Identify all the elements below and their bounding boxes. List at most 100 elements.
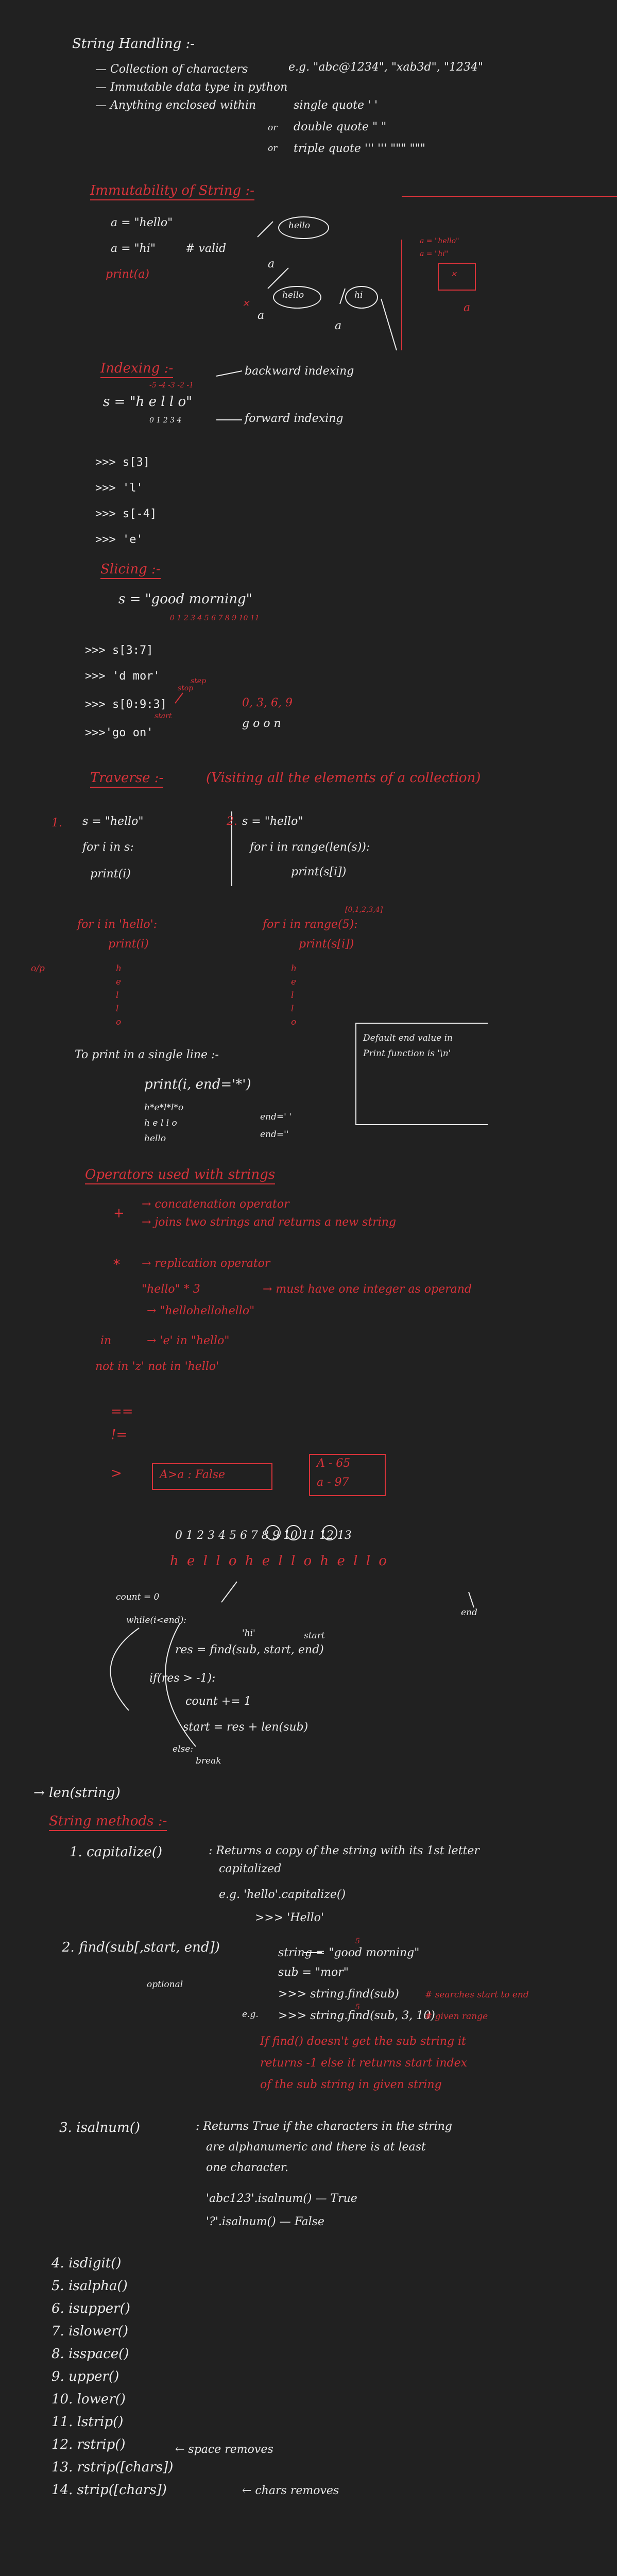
method-rstrip-note: ← chars removes — [242, 2484, 339, 2497]
op-star: * — [113, 1257, 120, 1273]
method-1-desc-4: >>> 'Hello' — [255, 1911, 324, 1924]
method-3: 3. isalnum() — [59, 2120, 140, 2136]
find-demo-line-3: res = find(sub, start, end) — [175, 1643, 324, 1656]
find-demo-circle-3 — [322, 1525, 337, 1540]
intro-line-3: — Anything enclosed within — [95, 99, 256, 112]
indexing-negative: -5 -4 -3 -2 -1 — [149, 381, 194, 389]
traverse-right-3: print(s[i]) — [291, 866, 347, 878]
op-cmp-1: A>a : False — [160, 1468, 226, 1481]
methods-title: String methods :- — [49, 1814, 167, 1831]
memory-cross: ✕ — [242, 299, 250, 309]
traverse-op-label: o/p — [31, 963, 45, 974]
op-star-2: "hello" * 3 — [142, 1283, 200, 1296]
op-plus-2: → joins two strings and returns a new st… — [142, 1216, 397, 1229]
immut-box-top — [402, 196, 617, 197]
immut-box-label: a — [464, 301, 471, 314]
find-demo-line-2: while(i<end): — [126, 1615, 186, 1625]
method-list-item: 14. strip([chars]) — [52, 2482, 167, 2498]
single-line-out-3: hello — [144, 1133, 166, 1144]
method-1-desc-3: e.g. 'hello'.capitalize() — [219, 1888, 346, 1901]
output-char: o — [291, 1017, 297, 1027]
memory-bubble-hi-text: hi — [354, 290, 363, 300]
immut-line-1: a = "hello" — [111, 216, 173, 229]
intro-double-quote: double quote " " — [294, 121, 387, 133]
traverse-red-right-2: print(s[i]) — [299, 938, 354, 951]
immut-box-cell-mark: ✕ — [451, 270, 457, 279]
indexing-ex-4: >>> 'e' — [95, 533, 143, 546]
memory-label-a-3: a — [335, 319, 342, 332]
find-demo-end: end — [461, 1607, 477, 1618]
method-2-desc-1: string = "good morning" — [278, 1946, 420, 1959]
slicing-note-start: start — [155, 712, 172, 720]
op-ne: != — [111, 1427, 128, 1443]
indexing-string: s = "h e l l o" — [103, 394, 193, 410]
find-demo-string: h e l l o h e l l o h e l l o — [170, 1553, 389, 1569]
method-list-item: 11. lstrip() — [52, 2414, 124, 2430]
single-line-code: print(i, end='*') — [144, 1077, 251, 1092]
intro-example: e.g. "abc@1234", "xab3d", "1234" — [288, 61, 483, 74]
indexing-backward: backward indexing — [245, 365, 354, 378]
memory-label-a-2: a — [258, 309, 265, 322]
immut-box-cell — [438, 263, 476, 291]
find-demo-line-7: else: — [173, 1744, 194, 1754]
method-lstrip-note: ← space removes — [175, 2443, 273, 2456]
single-line-end-1: end=' ' — [260, 1112, 292, 1122]
method-list-item: 13. rstrip([chars]) — [52, 2460, 174, 2475]
intro-line-1: — Collection of characters — [95, 63, 248, 76]
single-line-note-2: Print function is '\n' — [363, 1048, 451, 1059]
slicing-ex-4: >>>'go on' — [85, 726, 153, 739]
single-line-end-2: end='' — [260, 1129, 289, 1140]
op-in-example: → 'e' in "hello" — [147, 1334, 230, 1347]
immut-print: print(a) — [106, 268, 149, 281]
traverse-num-2: 2. — [227, 815, 237, 828]
op-in: in — [100, 1334, 112, 1347]
op-cmp-2: A - 65 — [317, 1457, 351, 1470]
find-demo-line-5: count += 1 — [185, 1695, 251, 1708]
method-3-desc-4: 'abc123'.isalnum() — True — [206, 2192, 357, 2205]
find-demo-circle-1 — [265, 1525, 281, 1540]
traverse-num-1: 1. — [52, 817, 62, 829]
immutability-title: Immutability of String :- — [90, 183, 255, 200]
method-1: 1. capitalize() — [70, 1844, 163, 1860]
slicing-result-idx: 0, 3, 6, 9 — [242, 697, 293, 709]
slicing-ex-1: >>> s[3:7] — [85, 644, 153, 657]
op-plus-1: → concatenation operator — [142, 1198, 289, 1211]
output-char: h — [291, 963, 297, 974]
find-demo-line-8: break — [196, 1756, 221, 1766]
operators-title-text: Operators used with strings — [85, 1167, 276, 1184]
traverse-left-1: s = "hello" — [82, 815, 144, 828]
traverse-title-text: Traverse :- — [90, 770, 164, 788]
intro-or-2: or — [268, 143, 278, 154]
op-star-3: → must have one integer as operand — [263, 1283, 472, 1296]
method-len: → len(string) — [33, 1785, 121, 1801]
slicing-title-text: Slicing :- — [100, 562, 161, 579]
indexing-title: Indexing :- — [100, 361, 174, 378]
indexing-title-text: Indexing :- — [100, 361, 174, 378]
method-1-desc-2: capitalized — [219, 1862, 282, 1875]
method-2-note-5a: 5 — [355, 1937, 360, 1945]
indexing-ex-1: >>> s[3] — [95, 456, 150, 469]
method-list-item: 5. isalpha() — [52, 2278, 128, 2294]
method-1-desc-1: : Returns a copy of the string with its … — [209, 1844, 479, 1857]
op-plus: + — [113, 1206, 125, 1221]
slicing-result-chars: g o o n — [242, 717, 281, 730]
find-demo-circle-2 — [286, 1525, 301, 1540]
traverse-left-2: for i in s: — [82, 841, 134, 854]
slicing-ex-2: >>> 'd mor' — [85, 670, 160, 683]
intro-single-quote: single quote ' ' — [294, 99, 378, 112]
method-2-optional: optional — [147, 1979, 183, 1990]
operators-title: Operators used with strings — [85, 1167, 276, 1184]
find-demo-sub: 'hi' — [242, 1628, 255, 1638]
slicing-ex-3: >>> s[0:9:3] — [85, 698, 167, 711]
slicing-string: s = "good morning" — [118, 591, 252, 607]
intro-line-2: — Immutable data type in python — [95, 81, 288, 94]
traverse-red-left-1: for i in 'hello': — [77, 918, 158, 931]
traverse-left-3: print(i) — [90, 868, 131, 880]
op-gt: > — [111, 1466, 122, 1481]
slicing-indices: 0 1 2 3 4 5 6 7 8 9 10 11 — [170, 614, 260, 622]
intro-or-1: or — [268, 123, 278, 133]
method-2-note-eg: e.g. — [242, 2009, 259, 2020]
op-star-1: → replication operator — [142, 1257, 270, 1270]
traverse-right-1: s = "hello" — [242, 815, 303, 828]
method-2: 2. find(sub[,start, end]) — [62, 1940, 220, 1955]
